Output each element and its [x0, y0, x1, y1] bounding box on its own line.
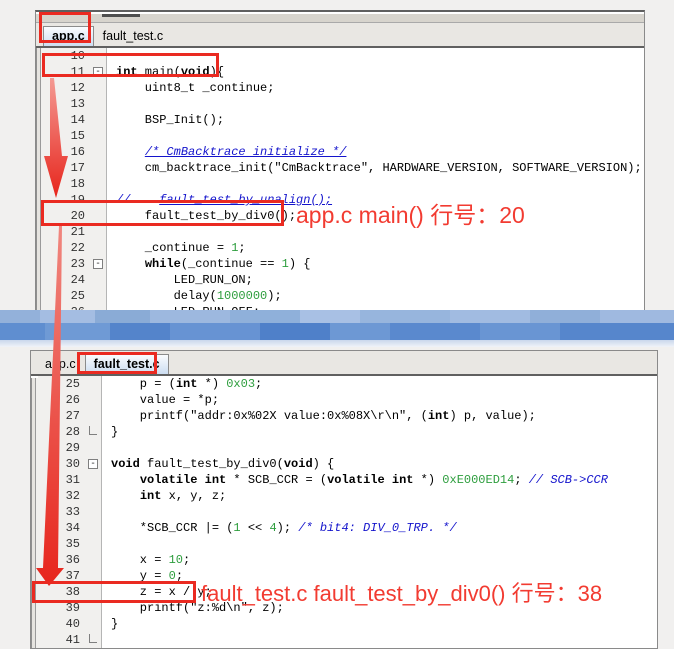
- fold-column: [90, 176, 107, 192]
- annotation-label-line-38: fault_test.c fault_test_by_div0() 行号：38: [201, 576, 602, 608]
- code-text: cm_backtrace_init("CmBacktrace", HARDWAR…: [107, 160, 644, 176]
- code-line-23[interactable]: 23- while(_continue == 1) {: [43, 256, 644, 272]
- fold-column: -: [90, 256, 107, 272]
- code-line-41[interactable]: 41: [38, 632, 657, 648]
- fold-column: [90, 112, 107, 128]
- code-line-14[interactable]: 14 BSP_Init();: [43, 112, 644, 128]
- code-line-18[interactable]: 18: [43, 176, 644, 192]
- code-line-22[interactable]: 22 _continue = 1;: [43, 240, 644, 256]
- highlight-box-tab-fault-test-c: [77, 352, 157, 374]
- code-text: [107, 128, 644, 144]
- fold-column: [90, 96, 107, 112]
- code-text: [107, 176, 644, 192]
- fold-column: [90, 224, 107, 240]
- fold-column: [85, 440, 102, 456]
- blur-mosaic-band: [0, 310, 674, 347]
- code-text: [102, 504, 657, 520]
- highlight-box-line-20: [41, 200, 284, 226]
- code-text: [107, 96, 644, 112]
- code-text: BSP_Init();: [107, 112, 644, 128]
- fold-column: [90, 144, 107, 160]
- code-line-12[interactable]: 12 uint8_t _continue;: [43, 80, 644, 96]
- code-line-24[interactable]: 24 LED_RUN_ON;: [43, 272, 644, 288]
- code-text: [102, 440, 657, 456]
- code-text: [102, 632, 657, 648]
- code-line-17[interactable]: 17 cm_backtrace_init("CmBacktrace", HARD…: [43, 160, 644, 176]
- code-line-40[interactable]: 40}: [38, 616, 657, 632]
- fold-column: [85, 488, 102, 504]
- code-line-33[interactable]: 33: [38, 504, 657, 520]
- code-text: }: [102, 616, 657, 632]
- code-line-29[interactable]: 29: [38, 440, 657, 456]
- code-text: value = *p;: [102, 392, 657, 408]
- code-text: }: [102, 424, 657, 440]
- fold-column: -: [85, 456, 102, 472]
- code-line-13[interactable]: 13: [43, 96, 644, 112]
- fold-column: [85, 536, 102, 552]
- code-line-30[interactable]: 30-void fault_test_by_div0(void) {: [38, 456, 657, 472]
- fold-column: [90, 80, 107, 96]
- annotation-label-line-20: app.c main() 行号：20: [296, 196, 525, 230]
- fold-column: [90, 240, 107, 256]
- fold-column: [85, 504, 102, 520]
- code-line-16[interactable]: 16 /* CmBacktrace initialize */: [43, 144, 644, 160]
- code-line-34[interactable]: 34 *SCB_CCR |= (1 << 4); /* bit4: DIV_0_…: [38, 520, 657, 536]
- code-text: delay(1000000);: [107, 288, 644, 304]
- fold-column: [85, 392, 102, 408]
- red-arrow-to-line-19: [38, 78, 74, 200]
- fold-column: [85, 376, 102, 392]
- code-text: volatile int * SCB_CCR = (volatile int *…: [102, 472, 657, 488]
- fold-column: [85, 520, 102, 536]
- code-text: uint8_t _continue;: [107, 80, 644, 96]
- code-text: int x, y, z;: [102, 488, 657, 504]
- fold-column: [90, 272, 107, 288]
- code-line-31[interactable]: 31 volatile int * SCB_CCR = (volatile in…: [38, 472, 657, 488]
- code-line-25[interactable]: 25 p = (int *) 0x03;: [38, 376, 657, 392]
- fold-collapse-icon[interactable]: -: [88, 459, 98, 469]
- code-text: _continue = 1;: [107, 240, 644, 256]
- fold-column: [85, 424, 102, 440]
- code-line-26[interactable]: 26 value = *p;: [38, 392, 657, 408]
- tab-fault-test-c[interactable]: fault_test.c: [95, 26, 171, 46]
- code-text: LED_RUN_ON;: [107, 272, 644, 288]
- fold-column: [85, 552, 102, 568]
- fold-end-icon: [89, 634, 97, 643]
- code-text: printf("addr:0x%02X value:0x%08X\r\n", (…: [102, 408, 657, 424]
- fold-column: [85, 472, 102, 488]
- splitter-handle[interactable]: [102, 14, 140, 17]
- fold-column: [85, 632, 102, 648]
- window-chrome-bar: [36, 14, 644, 23]
- red-arrow-to-line-38: [34, 226, 70, 588]
- tab-bar-top: app.cfault_test.c: [36, 23, 644, 48]
- code-line-32[interactable]: 32 int x, y, z;: [38, 488, 657, 504]
- line-number: 41: [38, 632, 85, 648]
- fold-column: [90, 160, 107, 176]
- code-text: void fault_test_by_div0(void) {: [102, 456, 657, 472]
- line-number: 40: [38, 616, 85, 632]
- code-text: [102, 536, 657, 552]
- fold-column: [85, 616, 102, 632]
- code-text: *SCB_CCR |= (1 << 4); /* bit4: DIV_0_TRP…: [102, 520, 657, 536]
- fold-column: [90, 288, 107, 304]
- code-line-27[interactable]: 27 printf("addr:0x%02X value:0x%08X\r\n"…: [38, 408, 657, 424]
- code-line-36[interactable]: 36 x = 10;: [38, 552, 657, 568]
- fold-collapse-icon[interactable]: -: [93, 259, 103, 269]
- code-line-25[interactable]: 25 delay(1000000);: [43, 288, 644, 304]
- fold-column: [85, 408, 102, 424]
- code-text: /* CmBacktrace initialize */: [107, 144, 644, 160]
- code-line-15[interactable]: 15: [43, 128, 644, 144]
- highlight-box-line-38: [32, 581, 196, 603]
- code-editor-app-c[interactable]: 1011-int main(void){12 uint8_t _continue…: [43, 48, 644, 312]
- fold-end-icon: [89, 426, 97, 435]
- highlight-box-tab-app-c: [39, 12, 91, 43]
- highlight-box-line-11: [42, 53, 219, 77]
- code-text: x = 10;: [102, 552, 657, 568]
- code-text: while(_continue == 1) {: [107, 256, 644, 272]
- code-line-28[interactable]: 28}: [38, 424, 657, 440]
- screenshot-root: { "colors": { "annotation_red": "#ea2a21…: [0, 0, 674, 649]
- code-line-35[interactable]: 35: [38, 536, 657, 552]
- fold-column: [90, 128, 107, 144]
- code-text: p = (int *) 0x03;: [102, 376, 657, 392]
